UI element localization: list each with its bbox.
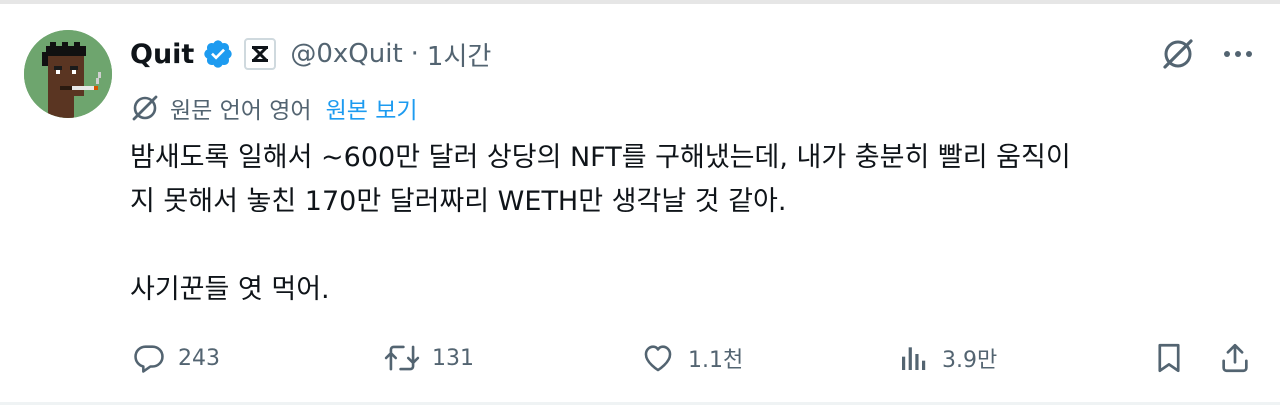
separator-dot: · bbox=[410, 39, 419, 69]
top-divider bbox=[0, 0, 1280, 4]
like-icon bbox=[640, 341, 676, 375]
views-icon bbox=[898, 342, 930, 374]
repost-button[interactable]: 131 bbox=[384, 336, 474, 380]
show-original-link[interactable]: 원본 보기 bbox=[326, 91, 418, 125]
tweet-text: 밤새도록 일해서 ~600만 달러 상당의 NFT를 구해냈는데, 내가 충분히… bbox=[130, 142, 1071, 305]
bookmark-icon bbox=[1152, 341, 1186, 375]
like-count: 1.1천 bbox=[688, 348, 744, 373]
reply-button[interactable]: 243 bbox=[132, 336, 220, 380]
translate-icon bbox=[130, 93, 160, 123]
reply-count: 243 bbox=[178, 345, 220, 371]
tweet-header: Quit @0xQuit · 1시간 bbox=[130, 32, 491, 76]
like-button[interactable]: 1.1천 bbox=[640, 336, 743, 380]
views-count: 3.9만 bbox=[942, 348, 998, 373]
author-name[interactable]: Quit bbox=[130, 39, 194, 70]
grok-icon bbox=[1160, 36, 1196, 72]
repost-count: 131 bbox=[432, 345, 474, 371]
share-button[interactable] bbox=[1218, 336, 1252, 380]
tweet-time[interactable]: 1시간 bbox=[427, 36, 491, 73]
author-handle[interactable]: @0xQuit bbox=[290, 39, 402, 69]
translation-label: 원문 언어 영어 bbox=[170, 98, 312, 124]
more-button[interactable] bbox=[1218, 34, 1258, 74]
bookmark-button[interactable] bbox=[1152, 336, 1186, 380]
action-bar: 243 131 1.1천 3.9만 bbox=[0, 336, 1280, 380]
translation-row: 원문 언어 영어 원본 보기 bbox=[130, 90, 418, 126]
affiliate-badge-icon[interactable] bbox=[244, 38, 277, 70]
reply-icon bbox=[132, 341, 166, 375]
repost-icon bbox=[384, 341, 420, 375]
verified-badge-icon[interactable] bbox=[202, 38, 234, 70]
views-button[interactable]: 3.9만 bbox=[898, 336, 997, 380]
more-icon bbox=[1223, 50, 1253, 58]
grok-button[interactable] bbox=[1158, 34, 1198, 74]
share-icon bbox=[1218, 341, 1252, 375]
avatar[interactable] bbox=[24, 30, 112, 118]
